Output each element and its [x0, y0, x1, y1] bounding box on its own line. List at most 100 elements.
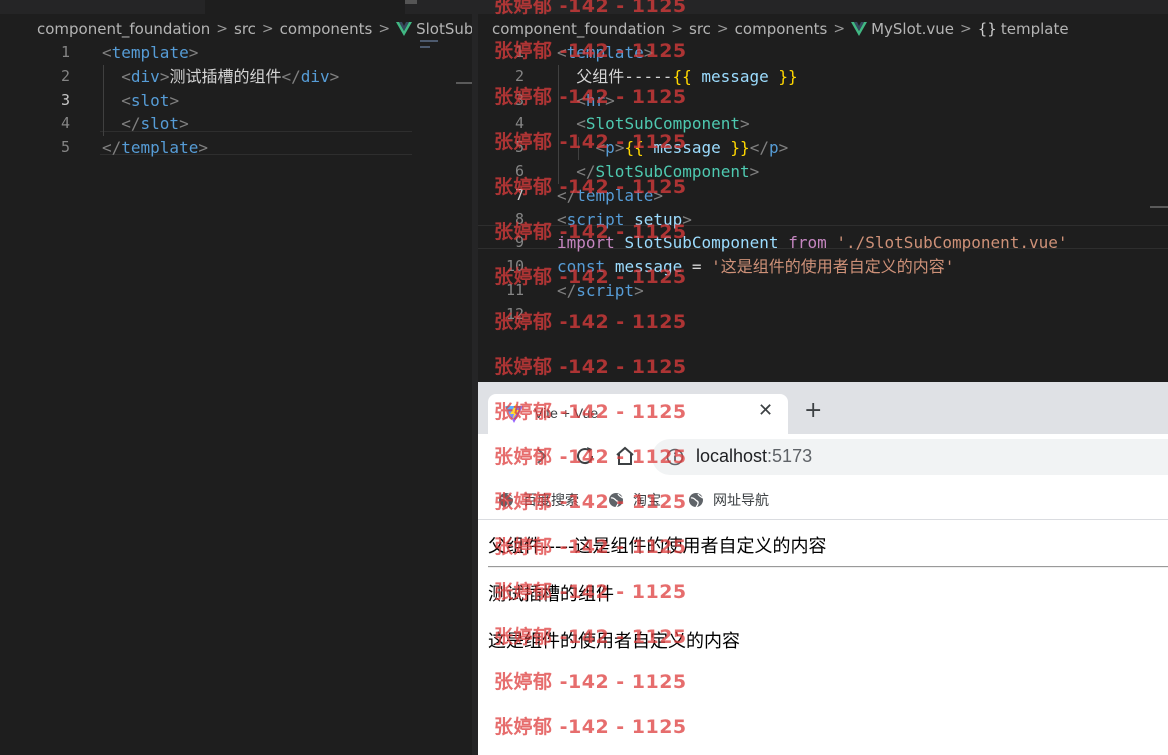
- forward-icon[interactable]: [530, 444, 554, 468]
- home-icon[interactable]: [613, 444, 637, 468]
- right-editor-tab-strip[interactable]: [478, 0, 1168, 14]
- code-token: p: [605, 138, 615, 158]
- code-line[interactable]: 12: [478, 303, 1168, 327]
- code-token: slot: [140, 114, 180, 134]
- left-editor-tab-strip[interactable]: [0, 0, 472, 14]
- left-code-area[interactable]: 1 <template> 2 <div>测试插槽的组件</div> 3 <slot> 4…: [0, 41, 472, 160]
- code-token: <: [121, 66, 131, 86]
- code-token: message: [614, 257, 683, 277]
- code-text[interactable]: </script>: [557, 279, 644, 303]
- right-code-area[interactable]: 1 <template> 2 父组件-----{{ message }} 3 <hr>…: [478, 41, 1168, 327]
- scrollbar-marker[interactable]: [1150, 206, 1168, 208]
- bookmarks-bar: [478, 480, 1168, 520]
- code-line[interactable]: 5 </template>: [0, 136, 472, 160]
- code-line[interactable]: 9 import SlotSubComponent from './SlotSub…: [478, 231, 1168, 255]
- breadcrumb-item[interactable]: component_foundation: [492, 20, 665, 38]
- code-text[interactable]: </template>: [102, 136, 208, 160]
- code-line[interactable]: 11 </script>: [478, 279, 1168, 303]
- breadcrumb-item[interactable]: src: [689, 20, 711, 38]
- left-editor-pane[interactable]: component_foundation > src > components …: [0, 0, 472, 755]
- code-text[interactable]: <p>{{ message }}</p>: [557, 136, 789, 160]
- code-token: from: [788, 233, 827, 253]
- breadcrumb-item[interactable]: components: [735, 20, 828, 38]
- bookmark-item[interactable]: 百度搜索: [498, 490, 579, 510]
- code-line[interactable]: 3 <slot>: [0, 89, 472, 113]
- code-text[interactable]: <template>: [557, 41, 653, 65]
- code-text[interactable]: <script setup>: [557, 208, 692, 232]
- bookmark-item[interactable]: 网址导航: [688, 490, 769, 510]
- code-text[interactable]: </template>: [557, 184, 663, 208]
- code-text[interactable]: <SlotSubComponent>: [557, 112, 749, 136]
- breadcrumb-item[interactable]: component_foundation: [37, 20, 210, 38]
- code-token: template: [566, 43, 644, 62]
- browser-window[interactable]: Vite + Vue ✕ + localhost:5173 百度搜索 淘宝 网址…: [478, 382, 1168, 755]
- code-line[interactable]: 3 <hr>: [478, 89, 1168, 113]
- code-text[interactable]: <hr>: [557, 89, 615, 113]
- left-breadcrumb[interactable]: component_foundation > src > components …: [37, 17, 472, 41]
- code-token: <: [576, 114, 586, 134]
- code-token: </: [121, 114, 141, 134]
- code-token: </: [557, 185, 577, 205]
- code-line[interactable]: 10 const message = '这是组件的使用者自定义的内容': [478, 255, 1168, 279]
- code-text[interactable]: <template>: [102, 41, 198, 65]
- code-line[interactable]: 2 <div>测试插槽的组件</div>: [0, 65, 472, 89]
- code-line[interactable]: 7 </template>: [478, 184, 1168, 208]
- code-line[interactable]: 4 <SlotSubComponent>: [478, 112, 1168, 136]
- chevron-right-icon: >: [378, 21, 391, 37]
- breadcrumb-item[interactable]: SlotSubCo: [416, 20, 472, 38]
- code-text[interactable]: <div>测试插槽的组件</div>: [102, 65, 339, 89]
- slot-content-paragraph: 这是组件的使用者自定义的内容: [488, 631, 740, 652]
- code-line[interactable]: 1 <template>: [0, 41, 472, 65]
- code-token: >: [653, 185, 663, 205]
- left-editor-active-tab[interactable]: [205, 0, 405, 14]
- breadcrumb-item[interactable]: components: [280, 20, 373, 38]
- browser-tab[interactable]: [488, 394, 788, 434]
- close-icon[interactable]: ✕: [758, 401, 773, 421]
- slot-component-title: 测试插槽的组件: [488, 584, 614, 605]
- code-token: </: [557, 280, 577, 300]
- line-number: 1: [60, 43, 70, 61]
- info-icon[interactable]: [666, 448, 684, 466]
- code-token: >: [749, 161, 760, 181]
- code-token: >: [682, 209, 692, 229]
- code-line[interactable]: 1 <template>: [478, 41, 1168, 65]
- breadcrumb-item[interactable]: template: [1001, 20, 1069, 38]
- chevron-right-icon: >: [960, 21, 972, 37]
- url-text[interactable]: localhost:5173: [696, 446, 812, 467]
- globe-icon: [609, 493, 624, 508]
- code-text[interactable]: 父组件-----{{ message }}: [557, 65, 798, 89]
- scrollbar-marker[interactable]: [456, 82, 472, 84]
- right-editor-pane[interactable]: component_foundation > src > components …: [478, 0, 1168, 382]
- line-number: 4: [514, 114, 524, 133]
- code-text[interactable]: <slot>: [102, 89, 179, 113]
- bookmark-item[interactable]: 淘宝: [608, 490, 661, 510]
- breadcrumb-item[interactable]: src: [234, 20, 256, 38]
- code-text[interactable]: import SlotSubComponent from './SlotSubC…: [557, 231, 1068, 255]
- code-text[interactable]: </SlotSubComponent>: [557, 160, 759, 184]
- code-text[interactable]: const message = '这是组件的使用者自定义的内容': [557, 255, 954, 279]
- reload-icon[interactable]: [573, 444, 597, 468]
- chevron-right-icon: >: [216, 21, 229, 37]
- code-line[interactable]: 5 <p>{{ message }}</p>: [478, 136, 1168, 160]
- chevron-right-icon: >: [261, 21, 274, 37]
- code-token: script: [576, 280, 635, 300]
- code-line[interactable]: 2 父组件-----{{ message }}: [478, 65, 1168, 89]
- code-token: }}: [778, 66, 798, 86]
- code-token: import: [557, 233, 615, 253]
- breadcrumb-item[interactable]: MySlot.vue: [871, 20, 954, 38]
- code-token: div: [130, 66, 160, 86]
- line-number: 4: [60, 114, 70, 133]
- code-token: template: [121, 138, 199, 158]
- code-line[interactable]: 6 </SlotSubComponent>: [478, 160, 1168, 184]
- code-line[interactable]: 8 <script setup>: [478, 208, 1168, 232]
- right-breadcrumb[interactable]: component_foundation > src > components …: [492, 17, 1069, 41]
- new-tab-icon[interactable]: +: [804, 398, 822, 424]
- browser-tab-title[interactable]: Vite + Vue: [534, 405, 598, 421]
- code-token: >: [179, 114, 189, 134]
- code-token: 测试插槽的组件: [169, 66, 282, 86]
- code-text[interactable]: </slot>: [102, 112, 189, 136]
- code-line[interactable]: 4 </slot>: [0, 112, 472, 136]
